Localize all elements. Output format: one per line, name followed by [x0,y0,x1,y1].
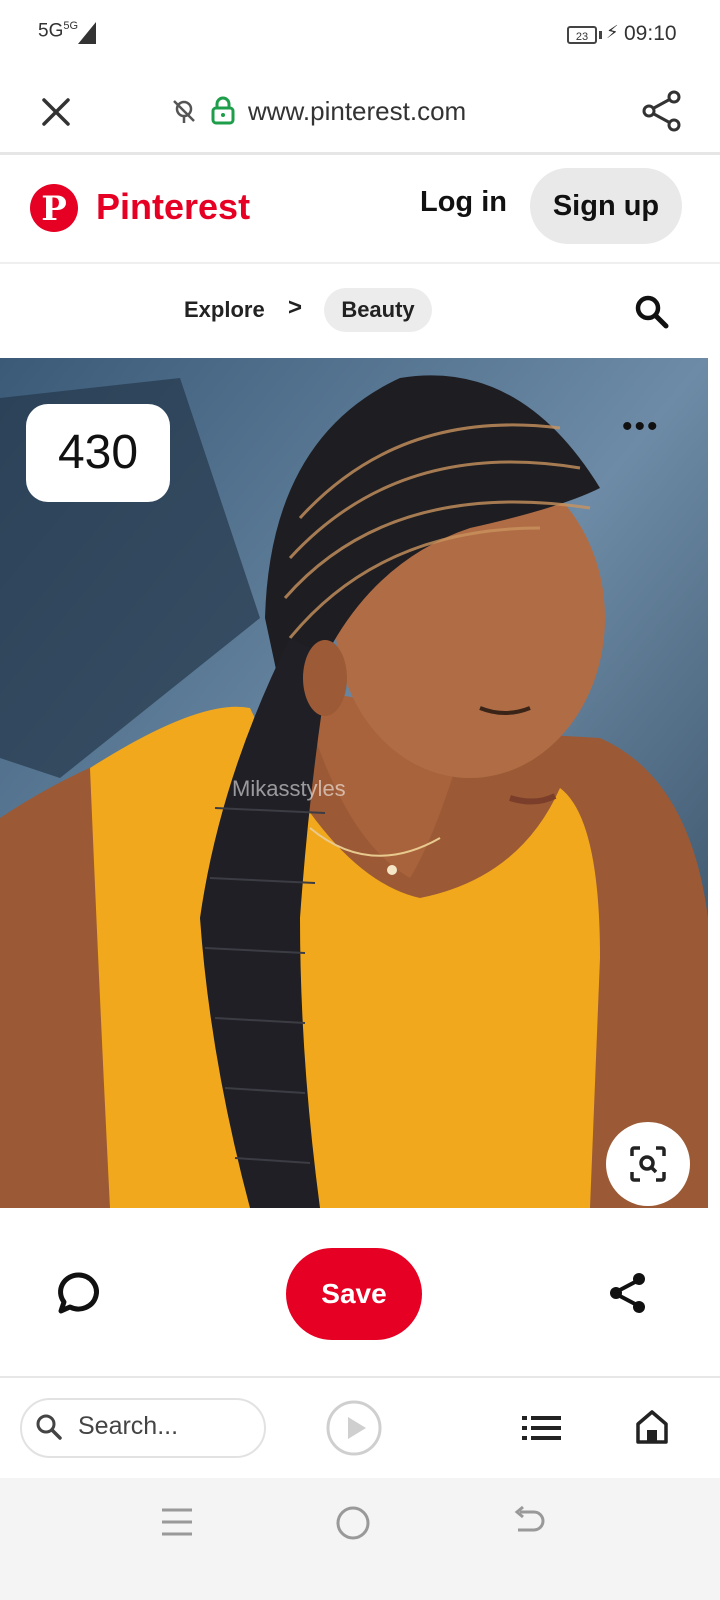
breadcrumb-separator: > [288,294,303,321]
action-divider [0,1376,720,1378]
back-icon[interactable] [510,1504,548,1542]
header-divider [0,262,720,264]
tracker-blocked-icon[interactable] [170,97,198,125]
pinterest-logo-icon[interactable]: P [30,184,78,232]
breadcrumb-explore[interactable]: Explore [184,297,265,323]
lock-icon [211,96,235,125]
signup-button[interactable]: Sign up [530,168,682,244]
save-button[interactable]: Save [286,1248,422,1340]
breadcrumb-beauty[interactable]: Beauty [324,288,432,332]
battery-tip [599,31,602,39]
brand-name[interactable]: Pinterest [96,186,250,228]
network-label: 5G5G [38,20,79,42]
search-icon[interactable] [632,292,672,332]
list-icon[interactable] [522,1412,562,1444]
share-icon[interactable] [642,90,682,132]
network-secondary-label: 5G [63,20,79,32]
home-icon[interactable] [634,1408,670,1446]
login-button[interactable]: Log in [420,186,507,219]
menu-icon[interactable] [160,1504,194,1540]
visual-search-icon [630,1146,666,1182]
visual-search-button[interactable] [606,1122,690,1206]
comment-icon[interactable] [56,1270,102,1316]
search-input[interactable]: Search... [78,1412,178,1441]
pin-count-badge: 430 [26,404,170,502]
battery-indicator: 23 [567,26,597,44]
signal-icon [78,22,96,44]
url-text[interactable]: www.pinterest.com [248,96,466,127]
watermark: Mikasstyles [232,776,346,801]
clock: 09:10 [624,22,677,45]
search-icon [36,1414,62,1440]
play-icon[interactable] [324,1398,384,1458]
share-icon[interactable] [608,1272,648,1314]
home-circle-icon[interactable] [334,1504,372,1542]
more-horizontal-icon[interactable]: ••• [622,410,660,444]
charging-icon: ⚡ [606,22,619,42]
close-icon[interactable] [36,92,76,132]
